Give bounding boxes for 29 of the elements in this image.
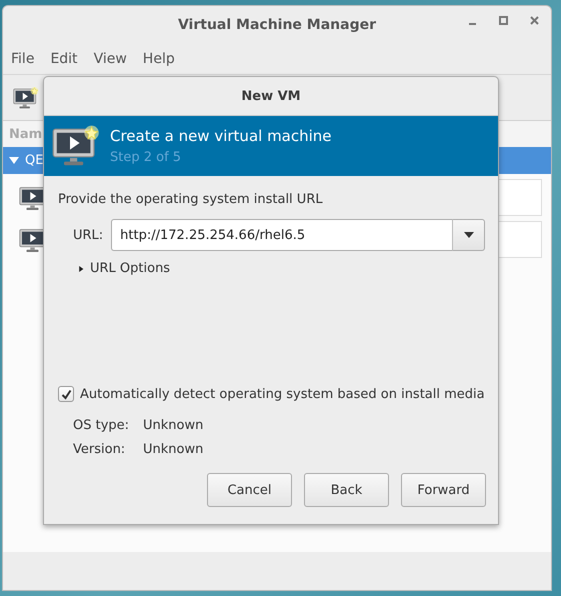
- info-label: OS type:: [73, 418, 130, 433]
- menu-item[interactable]: View: [94, 50, 127, 66]
- url-label: URL:: [73, 228, 104, 242]
- maximize-icon[interactable]: [499, 16, 508, 25]
- menu-item[interactable]: File: [11, 50, 34, 66]
- menu-item[interactable]: Edit: [50, 50, 78, 66]
- window-title: Virtual Machine Manager: [178, 16, 376, 32]
- new-vm-icon: [52, 125, 100, 167]
- step-label: Step 2 of 5: [110, 150, 182, 165]
- triangle-icon: [78, 264, 84, 274]
- dialog-title: New VM: [241, 88, 301, 104]
- dropdown-button[interactable]: [453, 219, 486, 251]
- info-label: Version:: [73, 442, 126, 457]
- auto-detect-checkbox[interactable]: [58, 386, 74, 402]
- expander-icon[interactable]: [9, 156, 19, 164]
- close-icon[interactable]: [530, 16, 539, 25]
- prompt-text: Provide the operating system install URL: [58, 192, 324, 207]
- caret-icon: [464, 232, 474, 238]
- dialog-button[interactable]: Back: [304, 473, 389, 507]
- info-value: Unknown: [143, 418, 204, 433]
- checkbox-label: Automatically detect operating system based on install media: [80, 386, 485, 402]
- dialog-button[interactable]: Forward: [401, 473, 486, 507]
- url-field[interactable]: http://172.25.254.66/rhel6.5: [111, 219, 454, 251]
- new-vm-icon: [13, 86, 39, 110]
- menu-item[interactable]: Help: [142, 50, 175, 66]
- url-options-expander[interactable]: URL Options: [78, 261, 170, 276]
- dialog-button[interactable]: Cancel: [207, 473, 292, 507]
- info-value: Unknown: [143, 442, 204, 457]
- header-title: Create a new virtual machine: [110, 127, 332, 145]
